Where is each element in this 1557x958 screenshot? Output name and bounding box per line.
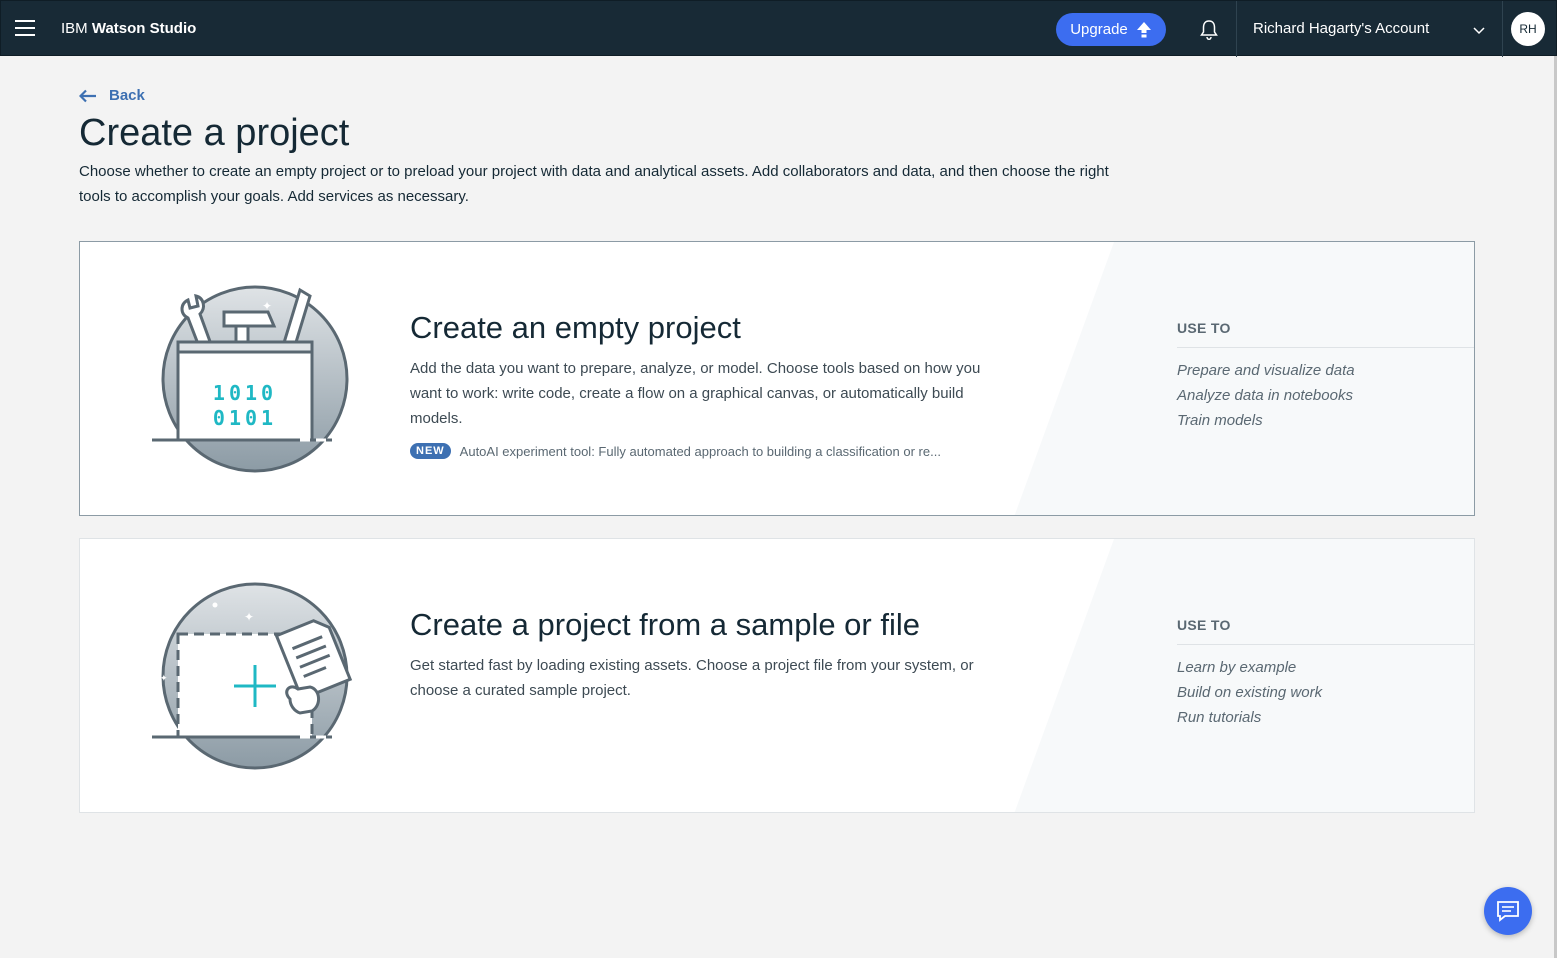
list-item: Learn by example [1177, 659, 1297, 676]
top-nav: IBM Watson Studio Upgrade Richard Hagart… [0, 0, 1557, 57]
empty-project-card[interactable]: 1010 0101 ✦ Create an empty project Add … [79, 241, 1475, 516]
chat-button[interactable] [1484, 887, 1532, 935]
sample-project-card[interactable]: ✦ ✦ Create a project from a sample or fi… [79, 538, 1475, 813]
svg-text:✦: ✦ [262, 299, 272, 313]
card-description: Add the data you want to prepare, analyz… [410, 360, 981, 427]
use-to-heading: USE TO [1177, 320, 1231, 336]
upload-file-illustration: ✦ ✦ [152, 582, 353, 770]
chevron-down-icon[interactable] [1472, 25, 1486, 35]
divider [1177, 644, 1474, 645]
upload-arrow-icon [1136, 21, 1151, 37]
page-description: Choose whether to create an empty projec… [79, 163, 1109, 205]
card-title: Create an empty project [410, 310, 741, 345]
chat-icon [1497, 901, 1519, 922]
brand[interactable]: IBM Watson Studio [61, 20, 196, 37]
card-title: Create a project from a sample or file [410, 607, 920, 642]
account-switcher[interactable]: Richard Hagarty's Account [1253, 20, 1429, 37]
list-item: Build on existing work [1177, 684, 1323, 701]
page-title: Create a project [79, 112, 350, 154]
list-item: Run tutorials [1177, 709, 1262, 726]
upgrade-button[interactable]: Upgrade [1056, 13, 1166, 46]
svg-text:✦: ✦ [160, 674, 168, 684]
hamburger-icon[interactable] [15, 20, 35, 36]
card-description: Get started fast by loading existing ass… [410, 657, 974, 699]
new-feature-note: NEW AutoAI experiment tool: Fully automa… [410, 443, 941, 459]
bell-icon[interactable] [1197, 18, 1221, 42]
use-to-list: Learn by example Build on existing work … [1177, 655, 1322, 730]
illustration-text: 0101 [213, 406, 277, 430]
avatar[interactable]: RH [1511, 12, 1545, 46]
list-item: Train models [1177, 412, 1263, 429]
new-badge: NEW [410, 443, 451, 459]
new-feature-text: AutoAI experiment tool: Fully automated … [459, 443, 941, 459]
use-to-list: Prepare and visualize data Analyze data … [1177, 358, 1355, 433]
toolbox-illustration: 1010 0101 ✦ [152, 285, 349, 473]
brand-prefix: IBM [61, 20, 88, 37]
divider [1177, 347, 1474, 348]
brand-name: Watson Studio [91, 20, 197, 37]
upgrade-label: Upgrade [1070, 21, 1128, 38]
list-item: Analyze data in notebooks [1177, 387, 1353, 404]
back-label: Back [109, 87, 145, 104]
list-item: Prepare and visualize data [1177, 362, 1355, 379]
illustration-text: 1010 [213, 381, 277, 405]
divider [1236, 1, 1237, 57]
arrow-left-icon [79, 89, 96, 102]
back-link[interactable]: Back [79, 87, 145, 104]
divider [1502, 1, 1503, 57]
use-to-heading: USE TO [1177, 617, 1231, 633]
svg-text:✦: ✦ [244, 610, 254, 624]
